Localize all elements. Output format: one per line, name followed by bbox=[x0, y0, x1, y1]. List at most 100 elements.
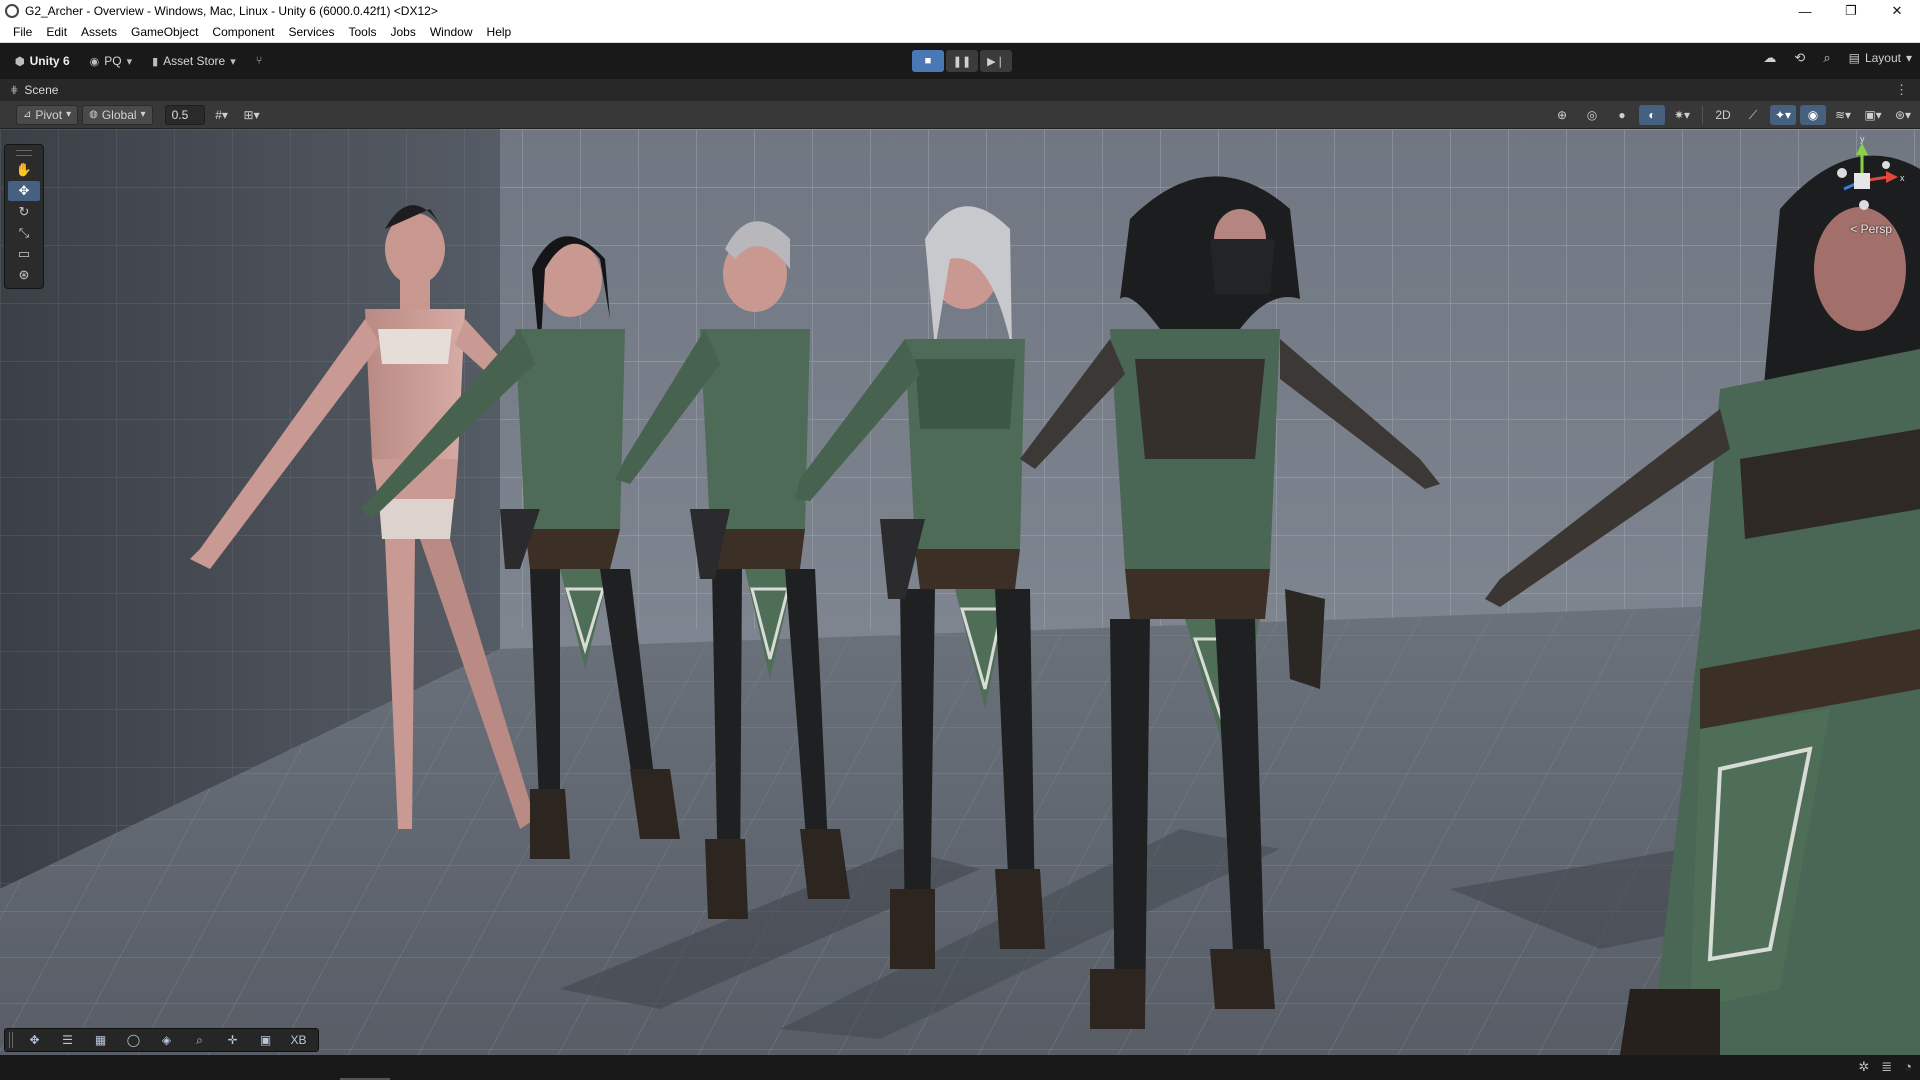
lit-shading-icon[interactable]: ◐ bbox=[1639, 105, 1665, 125]
status-bar: ✲ ≣ ◔ bbox=[0, 1055, 1920, 1080]
view-overlay-icon[interactable]: ▣ bbox=[250, 1030, 281, 1050]
layers-overlay-icon[interactable]: ◈ bbox=[151, 1030, 182, 1050]
align-overlay-icon[interactable]: ☰ bbox=[52, 1030, 83, 1050]
account-label: PQ bbox=[104, 54, 122, 68]
version-control-icon: ⑂ bbox=[255, 55, 263, 67]
menu-help[interactable]: Help bbox=[480, 22, 519, 43]
palette-drag-handle[interactable] bbox=[16, 150, 32, 156]
lighting-toggle-icon[interactable]: ⟋ bbox=[1740, 105, 1766, 125]
tab-scene[interactable]: ⋕ Scene bbox=[0, 79, 68, 101]
menu-component[interactable]: Component bbox=[205, 22, 281, 43]
account-icon: ◉ bbox=[89, 55, 100, 68]
scale-tool-icon[interactable]: ⤡ bbox=[8, 223, 40, 243]
window-title: G2_Archer - Overview - Windows, Mac, Lin… bbox=[25, 4, 438, 18]
scene-viewport[interactable]: ✋ ✥ ↻ ⤡ ▭ ⊛ y x < Persp bbox=[0, 129, 1920, 1055]
hand-tool-icon[interactable]: ✋ bbox=[8, 160, 40, 180]
pivot-dropdown[interactable]: ⊿ Pivot ▾ bbox=[16, 104, 79, 125]
main-toolbar: ⬢ Unity 6 ◉ PQ ▾ ▮ Asset Store ▾ ⑂ ■ ❚❚ … bbox=[0, 43, 1920, 79]
account-dropdown[interactable]: ◉ PQ ▾ bbox=[83, 51, 139, 71]
rect-tool-icon[interactable]: ▭ bbox=[8, 244, 40, 264]
shaded-icon[interactable]: ● bbox=[1609, 105, 1635, 125]
asset-store-dropdown[interactable]: ▮ Asset Store ▾ bbox=[145, 51, 243, 71]
scene-grid-icon: ⋕ bbox=[10, 84, 19, 96]
pivot-overlay-icon[interactable]: ✛ bbox=[217, 1030, 248, 1050]
global-label: Global bbox=[101, 107, 137, 122]
menu-file[interactable]: File bbox=[6, 22, 39, 43]
orientation-icon[interactable]: ⊕ bbox=[1549, 105, 1575, 125]
tool-palette: ✋ ✥ ↻ ⤡ ▭ ⊛ bbox=[4, 144, 44, 289]
gizmo-y-label: y bbox=[1860, 137, 1865, 144]
tab-menu-icon[interactable]: ⋮ bbox=[1895, 82, 1908, 98]
menu-services[interactable]: Services bbox=[281, 22, 341, 43]
menu-window[interactable]: Window bbox=[423, 22, 480, 43]
zoom-overlay-icon[interactable]: ⌕ bbox=[184, 1030, 215, 1050]
wireframe-shading-icon[interactable]: ◎ bbox=[1579, 105, 1605, 125]
menu-tools[interactable]: Tools bbox=[341, 22, 383, 43]
menu-gameobject[interactable]: GameObject bbox=[124, 22, 205, 43]
debug-draw-icon[interactable]: ✷▾ bbox=[1669, 105, 1695, 125]
play-button[interactable]: ■ bbox=[912, 50, 944, 72]
unity-logo-icon: ⬢ bbox=[15, 55, 25, 68]
toggle-2d-button[interactable]: 2D bbox=[1710, 105, 1736, 125]
shopping-bag-icon: ▮ bbox=[152, 55, 159, 68]
overlay-toolbar: ✥ ☰ ▦ ◯ ◈ ⌕ ✛ ▣ XB bbox=[4, 1028, 319, 1052]
stack-icon[interactable]: ≣ bbox=[1881, 1059, 1892, 1075]
unity-app-icon bbox=[5, 4, 19, 18]
history-icon[interactable]: ⟲ bbox=[1794, 50, 1805, 66]
chevron-down-icon: ▾ bbox=[1905, 51, 1912, 65]
bug-icon[interactable]: ✲ bbox=[1858, 1059, 1869, 1075]
scene-render bbox=[0, 129, 1920, 1055]
pivot-label: Pivot bbox=[35, 107, 63, 122]
pause-button[interactable]: ❚❚ bbox=[946, 50, 978, 72]
increment-snap-icon[interactable]: ⊞▾ bbox=[239, 105, 265, 125]
unity-brand-button[interactable]: ⬢ Unity 6 bbox=[8, 51, 77, 71]
xb-overlay-button[interactable]: XB bbox=[283, 1030, 314, 1050]
close-button[interactable]: ✕ bbox=[1874, 0, 1920, 22]
layout-label: Layout bbox=[1864, 51, 1901, 65]
chevron-down-icon: ▾ bbox=[140, 109, 146, 120]
visibility-eye-icon[interactable]: ◉ bbox=[1800, 105, 1826, 125]
scene-tab-header: ⋕ Scene ⋮ bbox=[0, 79, 1920, 101]
pivot-icon: ⊿ bbox=[23, 109, 32, 120]
step-button[interactable]: ▶❘ bbox=[980, 50, 1012, 72]
chevron-down-icon: ▾ bbox=[66, 109, 72, 120]
chevron-down-icon: ▾ bbox=[230, 55, 236, 68]
gizmo-x-label: x bbox=[1900, 173, 1905, 183]
overlay-drag-handle[interactable] bbox=[9, 1032, 13, 1048]
projection-label[interactable]: < Persp bbox=[1850, 222, 1892, 236]
effects-toggle-icon[interactable]: ✦▾ bbox=[1770, 105, 1796, 125]
transform-tool-icon[interactable]: ⊛ bbox=[8, 265, 40, 285]
snap-increment-field[interactable]: 0.5 bbox=[164, 104, 205, 125]
asset-store-label: Asset Store bbox=[163, 54, 226, 68]
menu-assets[interactable]: Assets bbox=[74, 22, 124, 43]
circle-overlay-icon[interactable]: ◯ bbox=[118, 1030, 149, 1050]
window-titlebar: G2_Archer - Overview - Windows, Mac, Lin… bbox=[0, 0, 1920, 22]
maximize-button[interactable]: ❐ bbox=[1828, 0, 1874, 22]
check-circle-icon[interactable]: ◔ bbox=[1904, 1059, 1912, 1075]
minimize-button[interactable]: — bbox=[1782, 0, 1828, 22]
unity-brand-label: Unity 6 bbox=[29, 54, 70, 68]
menu-bar: File Edit Assets GameObject Component Se… bbox=[0, 22, 1920, 43]
play-controls: ■ ❚❚ ▶❘ bbox=[912, 50, 1012, 72]
scene-toolbar: ⊿ Pivot ▾ ◍ Global ▾ 0.5 #▾ ⊞▾ ⊕ ◎ ● ◐ ✷… bbox=[0, 101, 1920, 129]
gizmos-icon[interactable]: ⊛▾ bbox=[1890, 105, 1916, 125]
cloud-icon[interactable]: ☁ bbox=[1763, 50, 1776, 66]
tab-scene-label: Scene bbox=[24, 83, 59, 97]
search-icon[interactable]: ⌕ bbox=[1823, 50, 1830, 66]
global-dropdown[interactable]: ◍ Global ▾ bbox=[82, 104, 153, 125]
camera-settings-icon[interactable]: ▣▾ bbox=[1860, 105, 1886, 125]
layout-icon: ▤ bbox=[1848, 51, 1860, 65]
menu-edit[interactable]: Edit bbox=[39, 22, 74, 43]
move-overlay-icon[interactable]: ✥ bbox=[19, 1030, 50, 1050]
layers-icon[interactable]: ≋▾ bbox=[1830, 105, 1856, 125]
move-tool-icon[interactable]: ✥ bbox=[8, 181, 40, 201]
chevron-down-icon: ▾ bbox=[126, 55, 133, 68]
grid-snap-icon[interactable]: #▾ bbox=[209, 105, 235, 125]
menu-jobs[interactable]: Jobs bbox=[383, 22, 422, 43]
rotate-tool-icon[interactable]: ↻ bbox=[8, 202, 40, 222]
toolbar-divider bbox=[1702, 106, 1703, 124]
version-control-button[interactable]: ⑂ bbox=[249, 52, 270, 70]
grid-overlay-icon[interactable]: ▦ bbox=[85, 1030, 116, 1050]
layout-dropdown[interactable]: ▤ Layout ▾ bbox=[1849, 51, 1912, 65]
globe-icon: ◍ bbox=[89, 109, 98, 120]
